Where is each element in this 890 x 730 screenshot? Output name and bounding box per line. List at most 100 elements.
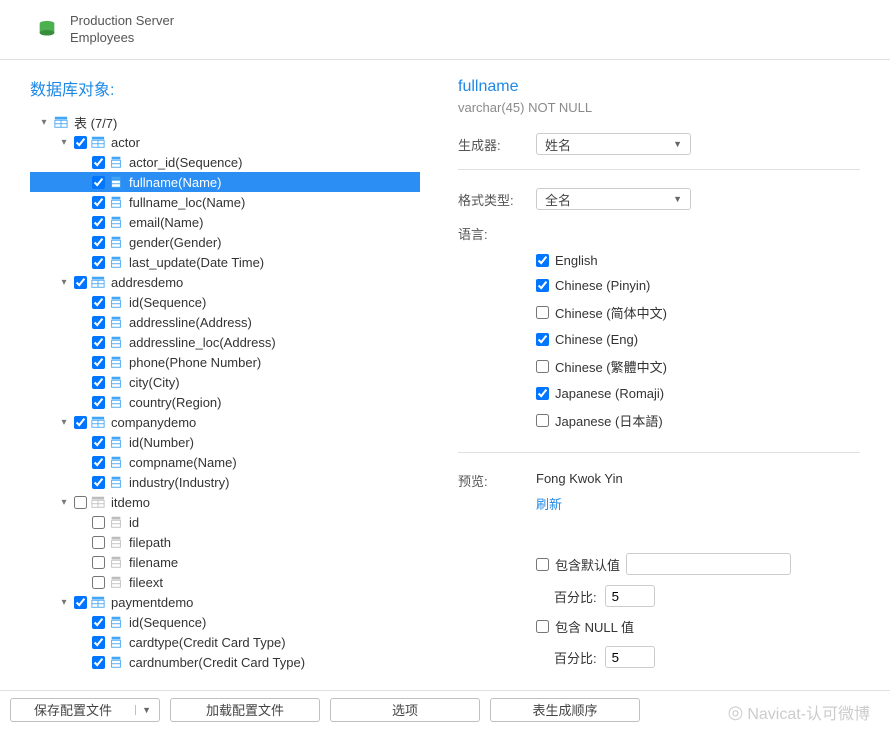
column-checkbox[interactable] [92, 376, 105, 389]
column-icon [109, 455, 123, 469]
include-default-checkbox[interactable] [536, 558, 549, 571]
language-checkbox[interactable] [536, 360, 549, 373]
tree-table-row[interactable]: ▾actor [30, 132, 420, 152]
tree-column-row[interactable]: cardtype(Credit Card Type) [30, 632, 420, 652]
language-checkbox[interactable] [536, 254, 549, 267]
column-checkbox[interactable] [92, 316, 105, 329]
language-checkbox[interactable] [536, 306, 549, 319]
language-checkbox[interactable] [536, 333, 549, 346]
column-label: filename [127, 555, 178, 570]
language-option[interactable]: Japanese (Romaji) [536, 386, 860, 401]
divider [458, 452, 860, 453]
tree-column-row[interactable]: country(Region) [30, 392, 420, 412]
column-checkbox[interactable] [92, 356, 105, 369]
expander-icon[interactable]: ▾ [58, 417, 70, 428]
tree-column-row[interactable]: actor_id(Sequence) [30, 152, 420, 172]
root-label: 表 (7/7) [72, 113, 117, 132]
language-checkbox[interactable] [536, 414, 549, 427]
chevron-down-icon: ▼ [673, 139, 682, 149]
default-value-input[interactable] [626, 553, 791, 575]
language-checkbox[interactable] [536, 387, 549, 400]
tree-column-row[interactable]: city(City) [30, 372, 420, 392]
language-checkbox[interactable] [536, 279, 549, 292]
refresh-link[interactable]: 刷新 [536, 494, 860, 513]
tree-column-row[interactable]: filepath [30, 532, 420, 552]
column-checkbox[interactable] [92, 336, 105, 349]
column-checkbox[interactable] [92, 396, 105, 409]
format-select[interactable]: 全名 ▼ [536, 188, 691, 210]
column-checkbox[interactable] [92, 576, 105, 589]
tree-root-row[interactable]: ▾ 表 (7/7) [30, 112, 420, 132]
table-checkbox[interactable] [74, 276, 87, 289]
column-icon [109, 235, 123, 249]
tree-column-row[interactable]: addressline_loc(Address) [30, 332, 420, 352]
tree-column-row[interactable]: industry(Industry) [30, 472, 420, 492]
load-profile-button[interactable]: 加载配置文件 [170, 698, 320, 722]
expander-icon[interactable]: ▾ [58, 277, 70, 288]
table-checkbox[interactable] [74, 496, 87, 509]
column-checkbox[interactable] [92, 176, 105, 189]
tree-column-row[interactable]: fullname(Name) [30, 172, 420, 192]
tree-column-row[interactable]: phone(Phone Number) [30, 352, 420, 372]
expander-icon[interactable]: ▾ [58, 597, 70, 608]
default-percent-input[interactable] [605, 585, 655, 607]
column-checkbox[interactable] [92, 616, 105, 629]
table-checkbox[interactable] [74, 596, 87, 609]
tree-table-row[interactable]: ▾companydemo [30, 412, 420, 432]
null-percent-input[interactable] [605, 646, 655, 668]
column-checkbox[interactable] [92, 476, 105, 489]
expander-icon[interactable]: ▾ [58, 137, 70, 148]
column-checkbox[interactable] [92, 516, 105, 529]
include-null-checkbox[interactable] [536, 620, 549, 633]
tree-column-row[interactable]: cardnumber(Credit Card Type) [30, 652, 420, 672]
language-option[interactable]: Chinese (Pinyin) [536, 278, 860, 293]
column-icon [109, 295, 123, 309]
expander-icon[interactable]: ▾ [38, 117, 50, 128]
tree-column-row[interactable]: email(Name) [30, 212, 420, 232]
column-checkbox[interactable] [92, 656, 105, 669]
expander-icon[interactable]: ▾ [58, 497, 70, 508]
column-checkbox[interactable] [92, 456, 105, 469]
column-checkbox[interactable] [92, 196, 105, 209]
language-option[interactable]: Japanese (日本語) [536, 411, 860, 430]
tree-table-row[interactable]: ▾paymentdemo [30, 592, 420, 612]
tree-column-row[interactable]: fullname_loc(Name) [30, 192, 420, 212]
column-icon [109, 375, 123, 389]
tree-column-row[interactable]: compname(Name) [30, 452, 420, 472]
column-checkbox[interactable] [92, 436, 105, 449]
language-option[interactable]: English [536, 253, 860, 268]
column-checkbox[interactable] [92, 156, 105, 169]
tree-table-row[interactable]: ▾addresdemo [30, 272, 420, 292]
tree-column-row[interactable]: filename [30, 552, 420, 572]
column-label: actor_id(Sequence) [127, 155, 242, 170]
tree-column-row[interactable]: last_update(Date Time) [30, 252, 420, 272]
language-option[interactable]: Chinese (繁體中文) [536, 357, 860, 376]
language-option[interactable]: Chinese (Eng) [536, 332, 860, 347]
column-checkbox[interactable] [92, 256, 105, 269]
server-name: Production Server [70, 13, 174, 30]
tree-column-row[interactable]: id(Number) [30, 432, 420, 452]
column-checkbox[interactable] [92, 216, 105, 229]
column-checkbox[interactable] [92, 536, 105, 549]
generator-select[interactable]: 姓名 ▼ [536, 133, 691, 155]
language-option[interactable]: Chinese (简体中文) [536, 303, 860, 322]
tree-column-row[interactable]: id [30, 512, 420, 532]
column-label: phone(Phone Number) [127, 355, 261, 370]
column-label: fullname(Name) [127, 175, 221, 190]
tree-column-row[interactable]: id(Sequence) [30, 612, 420, 632]
table-checkbox[interactable] [74, 416, 87, 429]
save-profile-button[interactable]: 保存配置文件 ▼ [10, 698, 160, 722]
table-order-button[interactable]: 表生成顺序 [490, 698, 640, 722]
tree-column-row[interactable]: id(Sequence) [30, 292, 420, 312]
column-checkbox[interactable] [92, 556, 105, 569]
tree-column-row[interactable]: gender(Gender) [30, 232, 420, 252]
tree-column-row[interactable]: fileext [30, 572, 420, 592]
column-label: compname(Name) [127, 455, 237, 470]
column-checkbox[interactable] [92, 636, 105, 649]
column-checkbox[interactable] [92, 296, 105, 309]
table-checkbox[interactable] [74, 136, 87, 149]
column-checkbox[interactable] [92, 236, 105, 249]
options-button[interactable]: 选项 [330, 698, 480, 722]
tree-table-row[interactable]: ▾itdemo [30, 492, 420, 512]
tree-column-row[interactable]: addressline(Address) [30, 312, 420, 332]
